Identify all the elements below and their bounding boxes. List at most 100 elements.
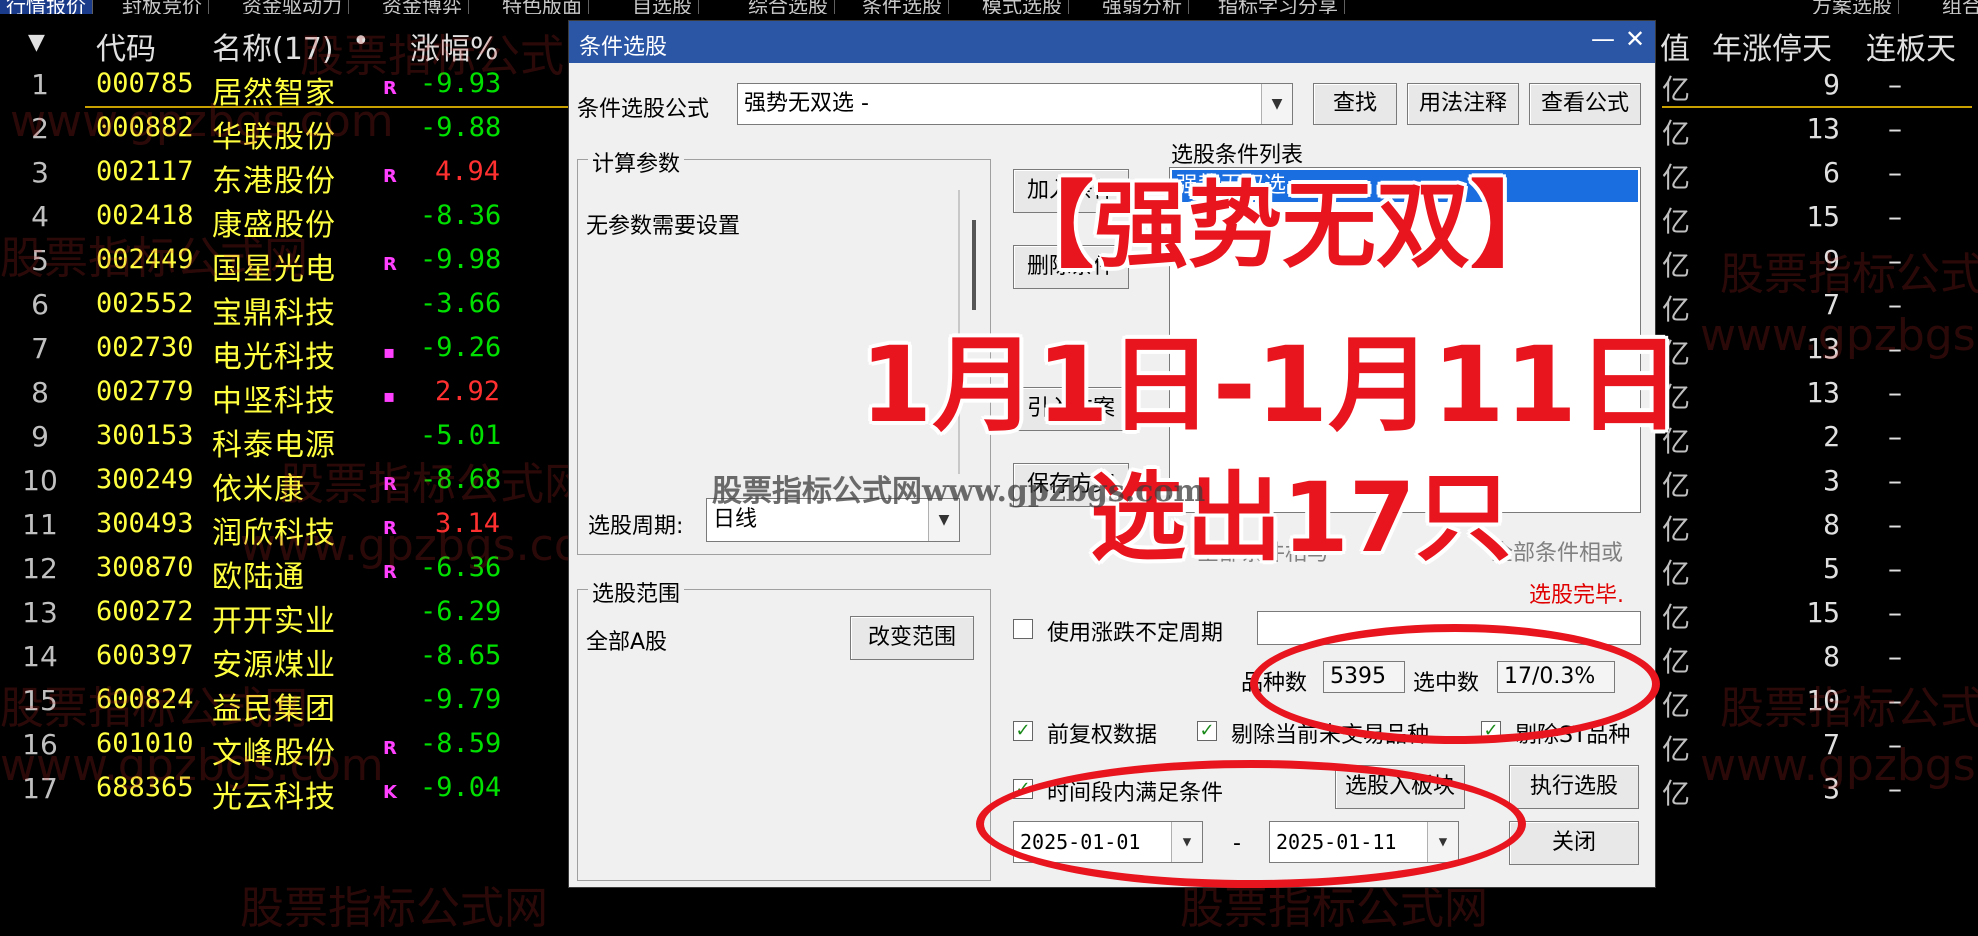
- use-period-checkbox[interactable]: [1013, 619, 1033, 639]
- stock-code: 300493: [96, 508, 194, 539]
- row-index: 4: [31, 200, 49, 233]
- top-tab-12[interactable]: 组合: [1936, 0, 1978, 14]
- value-unit: 亿: [1662, 601, 1691, 634]
- stock-flag: K: [383, 782, 397, 803]
- period-value: 日线: [713, 507, 758, 532]
- year-limit-days: 8: [1823, 508, 1840, 541]
- stock-code: 300870: [96, 552, 194, 583]
- stock-flag: R: [383, 562, 397, 583]
- range-group: 选股范围 全部A股 改变范围: [577, 576, 991, 881]
- row-index: 16: [22, 728, 58, 761]
- usage-notes-button[interactable]: 用法注释: [1407, 83, 1519, 125]
- top-tab-7[interactable]: 条件选股: [856, 0, 949, 14]
- stock-flag: R: [383, 518, 397, 539]
- top-tab-0[interactable]: 行情报价: [0, 0, 93, 14]
- stock-name: 益民集团: [212, 692, 336, 727]
- close-button[interactable]: 关闭: [1509, 821, 1639, 865]
- year-limit-days: 9: [1823, 68, 1840, 101]
- range-value: 全部A股: [586, 630, 668, 655]
- change-pct: 2.92: [434, 376, 500, 407]
- top-tab-8[interactable]: 模式选股: [976, 0, 1069, 14]
- value-unit: 亿: [1662, 645, 1691, 678]
- overlay-result: 选出17只: [1090, 462, 1512, 574]
- consec-limit-days: –: [1888, 112, 1902, 145]
- use-period-label: 使用涨跌不定周期: [1047, 621, 1224, 646]
- top-tab-9[interactable]: 强弱分析: [1096, 0, 1189, 14]
- value-unit: 亿: [1662, 777, 1691, 810]
- consec-limit-days: –: [1888, 420, 1902, 453]
- value-unit: 亿: [1662, 689, 1691, 722]
- year-limit-days: 7: [1823, 728, 1840, 761]
- fq-checkbox[interactable]: ✓: [1013, 721, 1033, 741]
- year-limit-days: 15: [1806, 200, 1840, 233]
- change-pct: -9.98: [420, 244, 502, 275]
- consec-limit-days: –: [1888, 464, 1902, 497]
- value-unit: 亿: [1662, 73, 1691, 106]
- stock-code: 002779: [96, 376, 194, 407]
- top-tab-3[interactable]: 资金博弈: [376, 0, 469, 14]
- value-unit: 亿: [1662, 205, 1691, 238]
- stock-code: 600397: [96, 640, 194, 671]
- chevron-down-icon[interactable]: ▼: [1261, 84, 1292, 124]
- formula-label: 条件选股公式: [577, 97, 710, 122]
- row-index: 14: [22, 640, 58, 673]
- top-tab-6[interactable]: 综合选股: [742, 0, 835, 14]
- value-unit: 亿: [1662, 161, 1691, 194]
- column-header-year-limit-days[interactable]: 年涨停天: [1712, 24, 1832, 68]
- close-icon[interactable]: ✕: [1625, 25, 1645, 53]
- top-tab-2[interactable]: 资金驱动力: [236, 0, 349, 14]
- consec-limit-days: –: [1888, 200, 1902, 233]
- overlay-title: 【强势无双】: [1000, 172, 1565, 281]
- row-index: 17: [22, 772, 58, 805]
- stock-code: 002730: [96, 332, 194, 363]
- value-unit: 亿: [1662, 469, 1691, 502]
- stock-name: 科泰电源: [212, 428, 336, 463]
- column-header-dot: •: [352, 24, 370, 59]
- dialog-title-bar[interactable]: 条件选股 — ✕: [569, 21, 1655, 63]
- stock-name: 中坚科技: [212, 384, 336, 419]
- row-index: 6: [31, 288, 49, 321]
- column-header-value[interactable]: 值: [1660, 24, 1690, 68]
- year-limit-days: 10: [1806, 684, 1840, 717]
- top-tab-11[interactable]: 方案选股: [1806, 0, 1899, 14]
- consec-limit-days: –: [1888, 728, 1902, 761]
- stock-code: 688365: [96, 772, 194, 803]
- change-range-button[interactable]: 改变范围: [850, 616, 974, 660]
- row-index: 8: [31, 376, 49, 409]
- scrollbar-thumb[interactable]: [972, 220, 976, 310]
- year-limit-days: 3: [1823, 772, 1840, 805]
- view-formula-button[interactable]: 查看公式: [1529, 83, 1641, 125]
- exclude-untraded-checkbox[interactable]: ✓: [1197, 721, 1217, 741]
- stock-code: 000882: [96, 112, 194, 143]
- column-header-pct[interactable]: 涨幅%: [410, 24, 499, 68]
- column-header-code[interactable]: 代码: [96, 24, 156, 68]
- stock-flag: R: [383, 78, 397, 99]
- period-select[interactable]: 日线 ▼: [706, 498, 960, 542]
- stock-name: 康盛股份: [212, 208, 336, 243]
- minimize-icon[interactable]: —: [1591, 25, 1615, 53]
- execute-select-button[interactable]: 执行选股: [1509, 765, 1639, 809]
- consec-limit-days: –: [1888, 68, 1902, 101]
- change-pct: -9.26: [420, 332, 502, 363]
- formula-select[interactable]: 强势无双选 - ▼: [737, 83, 1293, 125]
- top-tab-4[interactable]: 特色版面: [496, 0, 589, 14]
- year-limit-days: 3: [1823, 464, 1840, 497]
- formula-value: 强势无双选 -: [744, 91, 869, 116]
- consec-limit-days: –: [1888, 552, 1902, 585]
- top-tab-10[interactable]: 指标学习分享: [1212, 0, 1345, 14]
- chevron-down-icon[interactable]: ▼: [928, 499, 959, 541]
- stock-flag: R: [383, 166, 397, 187]
- column-header-consec-limit[interactable]: 连板天: [1866, 24, 1956, 68]
- stock-flag: ▪: [383, 342, 396, 363]
- stock-code: 600272: [96, 596, 194, 627]
- year-limit-days: 13: [1806, 112, 1840, 145]
- sort-arrow-icon[interactable]: ▼: [28, 30, 45, 55]
- stock-name: 安源煤业: [212, 648, 336, 683]
- find-button[interactable]: 查找: [1313, 83, 1397, 125]
- column-header-name[interactable]: 名称(17): [212, 24, 334, 68]
- status-text: 选股完毕.: [1529, 583, 1624, 608]
- top-tab-5[interactable]: 自选股: [626, 0, 699, 14]
- top-tab-1[interactable]: 封板竞价: [116, 0, 209, 14]
- consec-limit-days: –: [1888, 684, 1902, 717]
- stock-name: 开开实业: [212, 604, 336, 639]
